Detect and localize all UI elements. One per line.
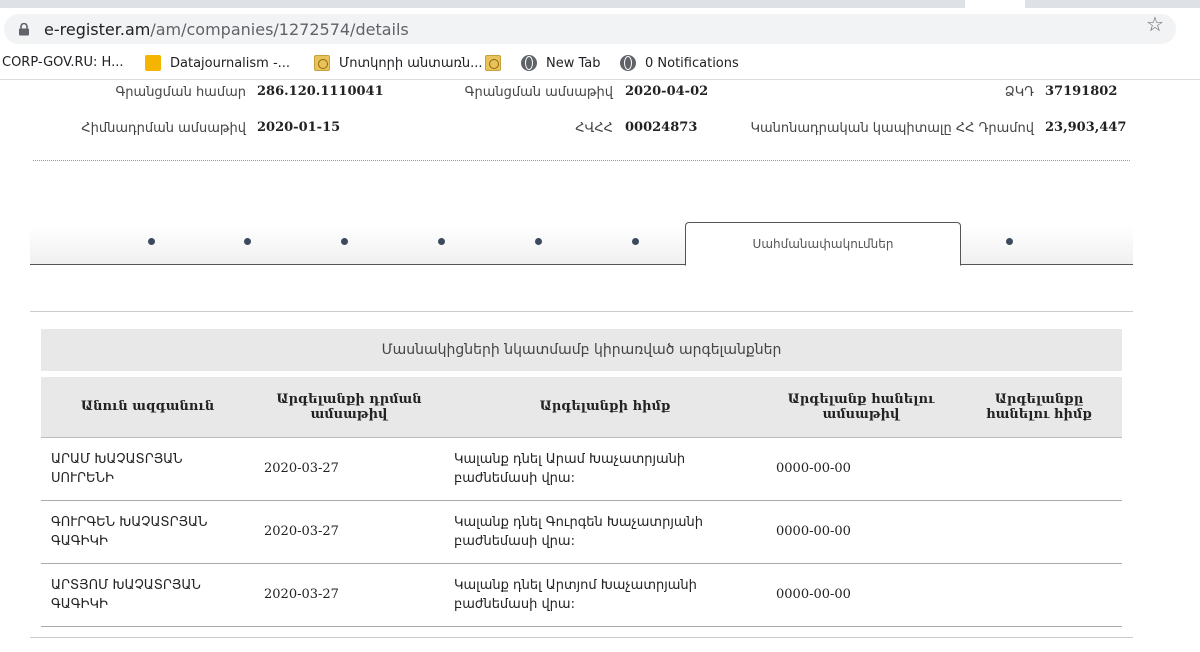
bookmark-corp-gov[interactable]: CORP-GOV.RU: H... — [2, 55, 124, 70]
tab-dot[interactable] — [341, 238, 348, 245]
bookmark-armenian[interactable]: Մոտկորի անտառն... — [314, 55, 483, 71]
tab-dot[interactable] — [535, 238, 542, 245]
bookmark-notifications[interactable]: 0 Notifications — [620, 55, 739, 71]
cell-apply-date: 2020-03-27 — [254, 500, 444, 564]
cell-remove-basis — [956, 563, 1122, 627]
divider — [33, 160, 1130, 161]
founding-date-label: Հիմնադրման ամսաթիվ — [81, 121, 246, 136]
header-remove-basis: Արգելանքը հանելու հիմք — [956, 377, 1122, 438]
cell-remove-date: 0000-00-00 — [766, 500, 956, 564]
cell-remove-basis — [956, 500, 1122, 564]
reg-date-value: 2020-04-02 — [625, 84, 709, 99]
tab-restrictions[interactable]: Սահմանափակումներ — [685, 222, 961, 266]
globe-icon — [521, 55, 537, 71]
url-path: /am/companies/1272574/details — [150, 20, 409, 39]
bookmark-label: Մոտկորի անտառն... — [339, 55, 483, 71]
cell-name: ԱՐՏՅՈՄ ԽԱՉԱՏՐՅԱՆ ԳԱԳԻԿԻ — [41, 563, 254, 627]
table-header-row: Անուն ազգանուն Արգելանքի դրման ամսաթիվ Ա… — [41, 377, 1122, 438]
bookmark-new-tab[interactable]: New Tab — [521, 55, 601, 71]
lock-icon[interactable] — [18, 23, 30, 36]
cell-remove-date: 0000-00-00 — [766, 437, 956, 501]
cell-name: ԱՐԱՄ ԽԱՉԱՏՐՅԱՆ ՍՈՒՐԵՆԻ — [41, 437, 254, 501]
tab-dot[interactable] — [438, 238, 445, 245]
bookmark-label: CORP-GOV.RU: H... — [2, 55, 124, 70]
browser-toolbar: e-register.am/am/companies/1272574/detai… — [0, 8, 1200, 48]
capital-value: 23,903,447 — [1045, 120, 1127, 135]
cell-remove-basis — [956, 437, 1122, 501]
browser-tab-active[interactable] — [965, 0, 1025, 8]
emblem-icon — [314, 55, 330, 71]
bookmark-label: 0 Notifications — [645, 55, 739, 71]
restrictions-table: Անուն ազգանուն Արգելանքի դրման ամսաթիվ Ա… — [41, 377, 1122, 627]
cell-apply-date: 2020-03-27 — [254, 563, 444, 627]
cell-remove-date: 0000-00-00 — [766, 563, 956, 627]
bookmark-label: New Tab — [546, 55, 601, 71]
bookmarks-bar: CORP-GOV.RU: H... Datajournalism -... Մո… — [0, 48, 1200, 80]
globe-icon — [620, 55, 636, 71]
reg-number-label: Գրանցման համար — [115, 85, 247, 100]
header-remove-date: Արգելանք հանելու ամսաթիվ — [766, 377, 956, 438]
zkd-value: 37191802 — [1045, 84, 1118, 99]
cell-basis: Կալանք դնել Արամ Խաչատրյանի բաժնեմասի վր… — [444, 437, 766, 501]
capital-label: Կանոնադրական կապիտալը ՀՀ Դրամով — [750, 121, 1034, 136]
restrictions-section: Մասնակիցների նկատմամբ կիրառված արգելանքն… — [41, 329, 1122, 627]
table-row: ԱՐՏՅՈՄ ԽԱՉԱՏՐՅԱՆ ԳԱԳԻԿԻ 2020-03-27 Կալան… — [41, 563, 1122, 627]
header-name: Անուն ազգանուն — [41, 377, 254, 438]
cell-apply-date: 2020-03-27 — [254, 437, 444, 501]
bookmark-yellow-icon — [145, 55, 161, 71]
page-content: Գրանցման համար 286.120.1110041 Գրանցման … — [0, 81, 1200, 652]
header-basis: Արգելանքի հիմք — [444, 377, 766, 438]
details-tabs: Սահմանափակումներ — [30, 222, 1133, 266]
bookmark-emblem[interactable] — [485, 55, 510, 71]
url-text[interactable]: e-register.am/am/companies/1272574/detai… — [44, 20, 409, 39]
restrictions-caption: Մասնակիցների նկատմամբ կիրառված արգելանքն… — [41, 329, 1122, 371]
zkd-label: ՁԿԴ — [1004, 85, 1034, 100]
bookmark-star-icon[interactable]: ☆ — [1146, 12, 1164, 37]
divider — [30, 311, 1133, 312]
reg-number-value: 286.120.1110041 — [257, 84, 384, 99]
browser-tab-strip — [0, 0, 1200, 8]
tin-label: ՀՎՀՀ — [575, 121, 613, 136]
bookmark-datajournalism[interactable]: Datajournalism -... — [145, 55, 290, 71]
url-host: e-register.am — [44, 20, 151, 39]
cell-name: ԳՈՒՐԳԵՆ ԽԱՉԱՏՐՅԱՆ ԳԱԳԻԿԻ — [41, 500, 254, 564]
tab-dot[interactable] — [244, 238, 251, 245]
divider — [30, 637, 1133, 638]
address-bar[interactable]: e-register.am/am/companies/1272574/detai… — [4, 14, 1176, 44]
tab-dot[interactable] — [148, 238, 155, 245]
tab-dot[interactable] — [1006, 238, 1013, 245]
table-row: ԳՈՒՐԳԵՆ ԽԱՉԱՏՐՅԱՆ ԳԱԳԻԿԻ 2020-03-27 Կալա… — [41, 500, 1122, 564]
header-apply-date: Արգելանքի դրման ամսաթիվ — [254, 377, 444, 438]
cell-basis: Կալանք դնել Արտյոմ Խաչատրյանի բաժնեմասի … — [444, 563, 766, 627]
bookmark-label: Datajournalism -... — [170, 55, 291, 71]
reg-date-label: Գրանցման ամսաթիվ — [464, 85, 613, 100]
table-row: ԱՐԱՄ ԽԱՉԱՏՐՅԱՆ ՍՈՒՐԵՆԻ 2020-03-27 Կալանք… — [41, 437, 1122, 501]
cell-basis: Կալանք դնել Գուրգեն Խաչատրյանի բաժնեմասի… — [444, 500, 766, 564]
tab-dot[interactable] — [632, 238, 639, 245]
emblem-icon — [485, 55, 501, 71]
tin-value: 00024873 — [625, 120, 698, 135]
founding-date-value: 2020-01-15 — [257, 120, 341, 135]
